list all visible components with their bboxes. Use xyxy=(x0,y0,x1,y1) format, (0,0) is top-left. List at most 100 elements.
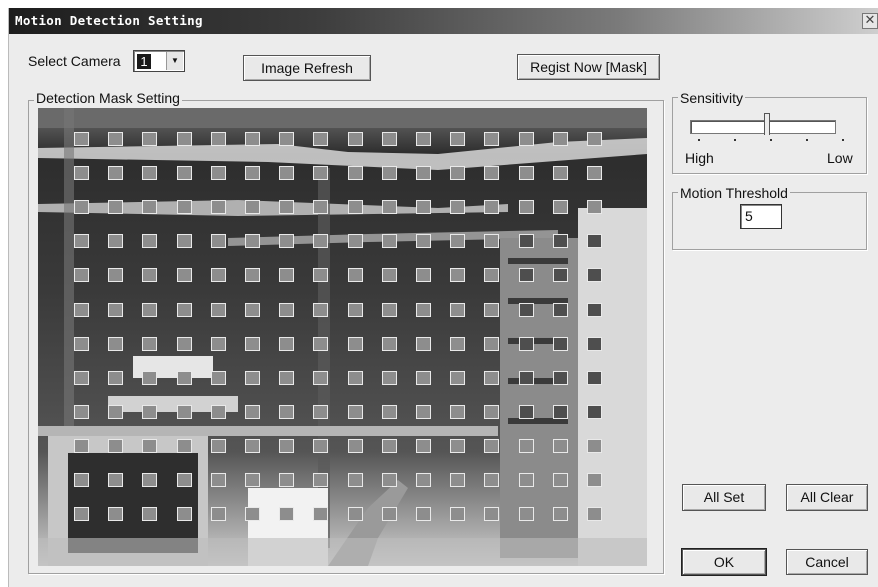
mask-cell[interactable] xyxy=(74,473,89,487)
mask-cell[interactable] xyxy=(416,337,431,351)
mask-cell[interactable] xyxy=(313,166,328,180)
mask-cell[interactable] xyxy=(484,132,499,146)
mask-cell[interactable] xyxy=(416,405,431,419)
mask-cell[interactable] xyxy=(279,439,294,453)
mask-cell[interactable] xyxy=(553,337,568,351)
mask-cell[interactable] xyxy=(348,405,363,419)
mask-cell[interactable] xyxy=(177,303,192,317)
mask-cell[interactable] xyxy=(279,405,294,419)
mask-cell[interactable] xyxy=(382,268,397,282)
mask-cell[interactable] xyxy=(74,200,89,214)
mask-cell[interactable] xyxy=(142,507,157,521)
all-clear-button[interactable]: All Clear xyxy=(786,484,868,511)
mask-cell[interactable] xyxy=(416,371,431,385)
mask-cell[interactable] xyxy=(416,132,431,146)
mask-cell[interactable] xyxy=(450,166,465,180)
mask-cell[interactable] xyxy=(587,234,602,248)
mask-cell[interactable] xyxy=(382,200,397,214)
mask-cell[interactable] xyxy=(450,507,465,521)
mask-cell[interactable] xyxy=(348,166,363,180)
mask-cell[interactable] xyxy=(553,200,568,214)
mask-cell[interactable] xyxy=(553,473,568,487)
mask-cell[interactable] xyxy=(177,507,192,521)
mask-cell[interactable] xyxy=(177,473,192,487)
ok-button[interactable]: OK xyxy=(681,548,767,576)
mask-cell[interactable] xyxy=(211,268,226,282)
chevron-down-icon[interactable]: ▼ xyxy=(166,52,183,70)
mask-cell[interactable] xyxy=(519,439,534,453)
mask-cell[interactable] xyxy=(450,439,465,453)
mask-cell[interactable] xyxy=(382,132,397,146)
motion-threshold-input[interactable]: 5 xyxy=(740,204,782,229)
mask-cell[interactable] xyxy=(519,166,534,180)
mask-cell[interactable] xyxy=(348,439,363,453)
mask-cell[interactable] xyxy=(348,200,363,214)
mask-cell[interactable] xyxy=(553,166,568,180)
mask-cell[interactable] xyxy=(108,405,123,419)
mask-cell[interactable] xyxy=(382,405,397,419)
mask-cell[interactable] xyxy=(211,132,226,146)
mask-cell[interactable] xyxy=(279,268,294,282)
mask-cell[interactable] xyxy=(245,337,260,351)
mask-cell[interactable] xyxy=(211,405,226,419)
mask-cell[interactable] xyxy=(142,371,157,385)
mask-cell[interactable] xyxy=(450,132,465,146)
regist-now-mask-button[interactable]: Regist Now [Mask] xyxy=(517,54,660,80)
mask-cell[interactable] xyxy=(587,439,602,453)
mask-cell[interactable] xyxy=(108,473,123,487)
mask-cell[interactable] xyxy=(382,473,397,487)
mask-cell[interactable] xyxy=(177,200,192,214)
mask-cell[interactable] xyxy=(108,507,123,521)
mask-cell[interactable] xyxy=(74,166,89,180)
mask-cell[interactable] xyxy=(177,166,192,180)
mask-cell[interactable] xyxy=(142,234,157,248)
all-set-button[interactable]: All Set xyxy=(682,484,766,511)
mask-cell[interactable] xyxy=(587,371,602,385)
mask-cell[interactable] xyxy=(553,132,568,146)
cancel-button[interactable]: Cancel xyxy=(786,549,868,575)
mask-cell[interactable] xyxy=(519,132,534,146)
mask-cell[interactable] xyxy=(279,234,294,248)
sensitivity-slider-track[interactable] xyxy=(690,120,836,134)
mask-cell[interactable] xyxy=(279,200,294,214)
mask-cell[interactable] xyxy=(142,337,157,351)
mask-cell[interactable] xyxy=(142,268,157,282)
mask-cell[interactable] xyxy=(108,234,123,248)
mask-cell[interactable] xyxy=(74,234,89,248)
mask-cell[interactable] xyxy=(245,405,260,419)
mask-cell[interactable] xyxy=(211,439,226,453)
mask-cell[interactable] xyxy=(245,507,260,521)
mask-cell[interactable] xyxy=(450,303,465,317)
mask-cell[interactable] xyxy=(211,303,226,317)
mask-cell[interactable] xyxy=(279,371,294,385)
mask-cell[interactable] xyxy=(245,166,260,180)
mask-cell[interactable] xyxy=(382,507,397,521)
mask-cell[interactable] xyxy=(108,166,123,180)
mask-cell[interactable] xyxy=(519,473,534,487)
camera-preview[interactable] xyxy=(38,108,647,566)
mask-cell[interactable] xyxy=(245,303,260,317)
mask-cell[interactable] xyxy=(177,337,192,351)
mask-cell[interactable] xyxy=(211,507,226,521)
mask-cell[interactable] xyxy=(348,234,363,248)
mask-cell[interactable] xyxy=(313,371,328,385)
mask-cell[interactable] xyxy=(587,166,602,180)
mask-cell[interactable] xyxy=(416,303,431,317)
mask-cell[interactable] xyxy=(348,268,363,282)
mask-cell[interactable] xyxy=(553,507,568,521)
mask-cell[interactable] xyxy=(450,473,465,487)
mask-cell[interactable] xyxy=(245,371,260,385)
mask-cell[interactable] xyxy=(382,303,397,317)
mask-cell[interactable] xyxy=(348,132,363,146)
mask-cell[interactable] xyxy=(279,337,294,351)
mask-cell[interactable] xyxy=(142,166,157,180)
mask-cell[interactable] xyxy=(348,507,363,521)
mask-cell[interactable] xyxy=(484,405,499,419)
mask-cell[interactable] xyxy=(211,337,226,351)
mask-cell[interactable] xyxy=(348,337,363,351)
mask-cell[interactable] xyxy=(416,268,431,282)
mask-cell[interactable] xyxy=(450,200,465,214)
image-refresh-button[interactable]: Image Refresh xyxy=(243,55,371,81)
mask-cell[interactable] xyxy=(142,303,157,317)
mask-cell[interactable] xyxy=(519,507,534,521)
